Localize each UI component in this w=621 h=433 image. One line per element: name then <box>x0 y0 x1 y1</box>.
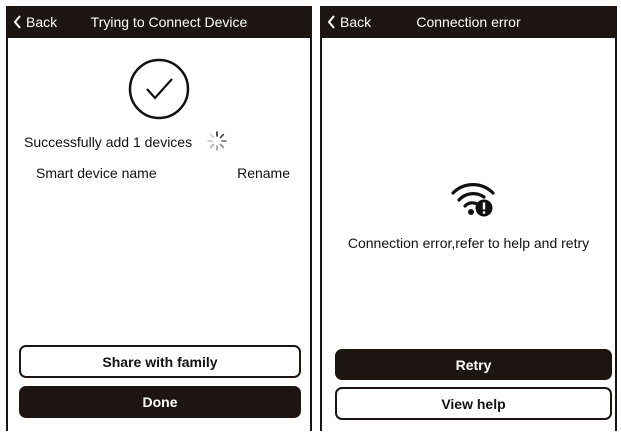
top-bar: Back Trying to Connect Device <box>8 6 310 38</box>
connect-device-screen: Back Trying to Connect Device Successful… <box>6 6 312 431</box>
error-message: Connection error,refer to help and retry <box>347 235 590 251</box>
rename-link[interactable]: Rename <box>237 165 290 181</box>
check-circle-icon <box>128 58 190 120</box>
top-bar: Back Connection error <box>322 6 615 38</box>
retry-button[interactable]: Retry <box>335 349 612 380</box>
done-button[interactable]: Done <box>19 386 301 418</box>
success-message: Successfully add 1 devices <box>24 134 193 150</box>
spinner-icon <box>207 131 227 151</box>
chevron-left-icon <box>13 15 21 29</box>
page-title: Connection error <box>416 14 521 30</box>
connection-error-screen: Back Connection error Connection error,r… <box>320 6 617 431</box>
share-with-family-button[interactable]: Share with family <box>19 345 301 378</box>
device-name-label: Smart device name <box>36 165 157 181</box>
view-help-button[interactable]: View help <box>335 387 612 420</box>
page-title: Trying to Connect Device <box>90 14 248 30</box>
wifi-error-icon <box>451 183 495 217</box>
